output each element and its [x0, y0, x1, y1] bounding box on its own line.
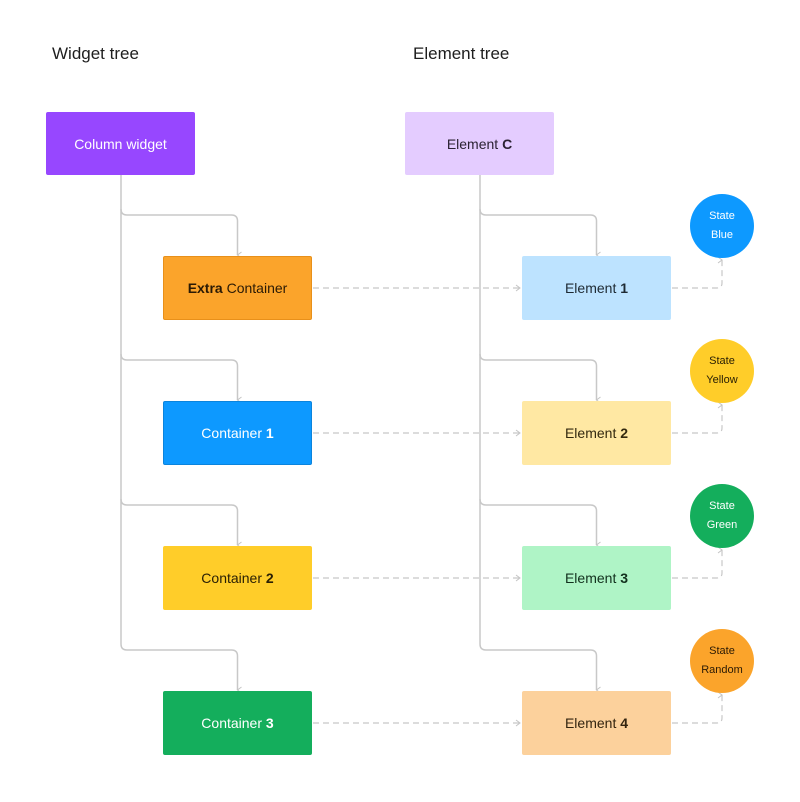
element-to-state-link: [672, 546, 723, 579]
column-widget-label: Column widget: [74, 135, 167, 152]
widget-branch-arrow: [120, 353, 242, 404]
state-random-node[interactable]: State Random: [690, 629, 754, 693]
widget-node-label: Container 2: [201, 570, 274, 586]
element-branch-arrow: [479, 208, 601, 259]
widget-node-container-2[interactable]: Container 2: [163, 546, 312, 610]
element-node-1[interactable]: Element 1: [522, 256, 671, 320]
element-branch-arrow: [479, 498, 601, 549]
widget-node-label: Container 1: [201, 425, 274, 441]
element-c-node[interactable]: Element C: [405, 112, 554, 175]
element-to-state-link: [672, 691, 723, 724]
element-node-3[interactable]: Element 3: [522, 546, 671, 610]
state-label-line1: State: [709, 210, 735, 222]
state-label-line1: State: [709, 645, 735, 657]
element-node-2[interactable]: Element 2: [522, 401, 671, 465]
state-label-line2: Green: [706, 519, 738, 531]
element-node-label: Element 4: [564, 715, 629, 731]
element-branch-arrow: [479, 643, 601, 694]
element-branch-arrow: [479, 353, 601, 404]
state-label-line2: Random: [701, 664, 743, 676]
element-node-label: Element 2: [564, 425, 629, 441]
widget-node-label: Extra Container: [187, 280, 288, 296]
widget-node-label: Container 3: [201, 715, 274, 731]
widget-node-container-3[interactable]: Container 3: [163, 691, 312, 755]
state-label-line2: Blue: [710, 229, 734, 241]
state-label-line1: State: [709, 355, 735, 367]
widget-node-extra-container[interactable]: Extra Container: [163, 256, 312, 320]
state-label-line2: Yellow: [706, 374, 738, 386]
element-node-label: Element 3: [564, 570, 629, 586]
element-node-label: Element 1: [564, 280, 629, 296]
element-node-4[interactable]: Element 4: [522, 691, 671, 755]
element-to-state-link: [672, 256, 723, 289]
column-widget-node[interactable]: Column widget: [46, 112, 195, 175]
widget-branch-arrow: [120, 498, 242, 549]
widget-branch-arrow: [120, 208, 242, 259]
state-yellow-node[interactable]: State Yellow: [690, 339, 754, 403]
state-green-node[interactable]: State Green: [690, 484, 754, 548]
element-c-label: Element C: [446, 135, 513, 152]
widget-branch-arrow: [120, 643, 242, 694]
state-label-line1: State: [709, 500, 735, 512]
element-to-state-link: [672, 401, 723, 434]
widget-node-container-1[interactable]: Container 1: [163, 401, 312, 465]
state-blue-node[interactable]: State Blue: [690, 194, 754, 258]
